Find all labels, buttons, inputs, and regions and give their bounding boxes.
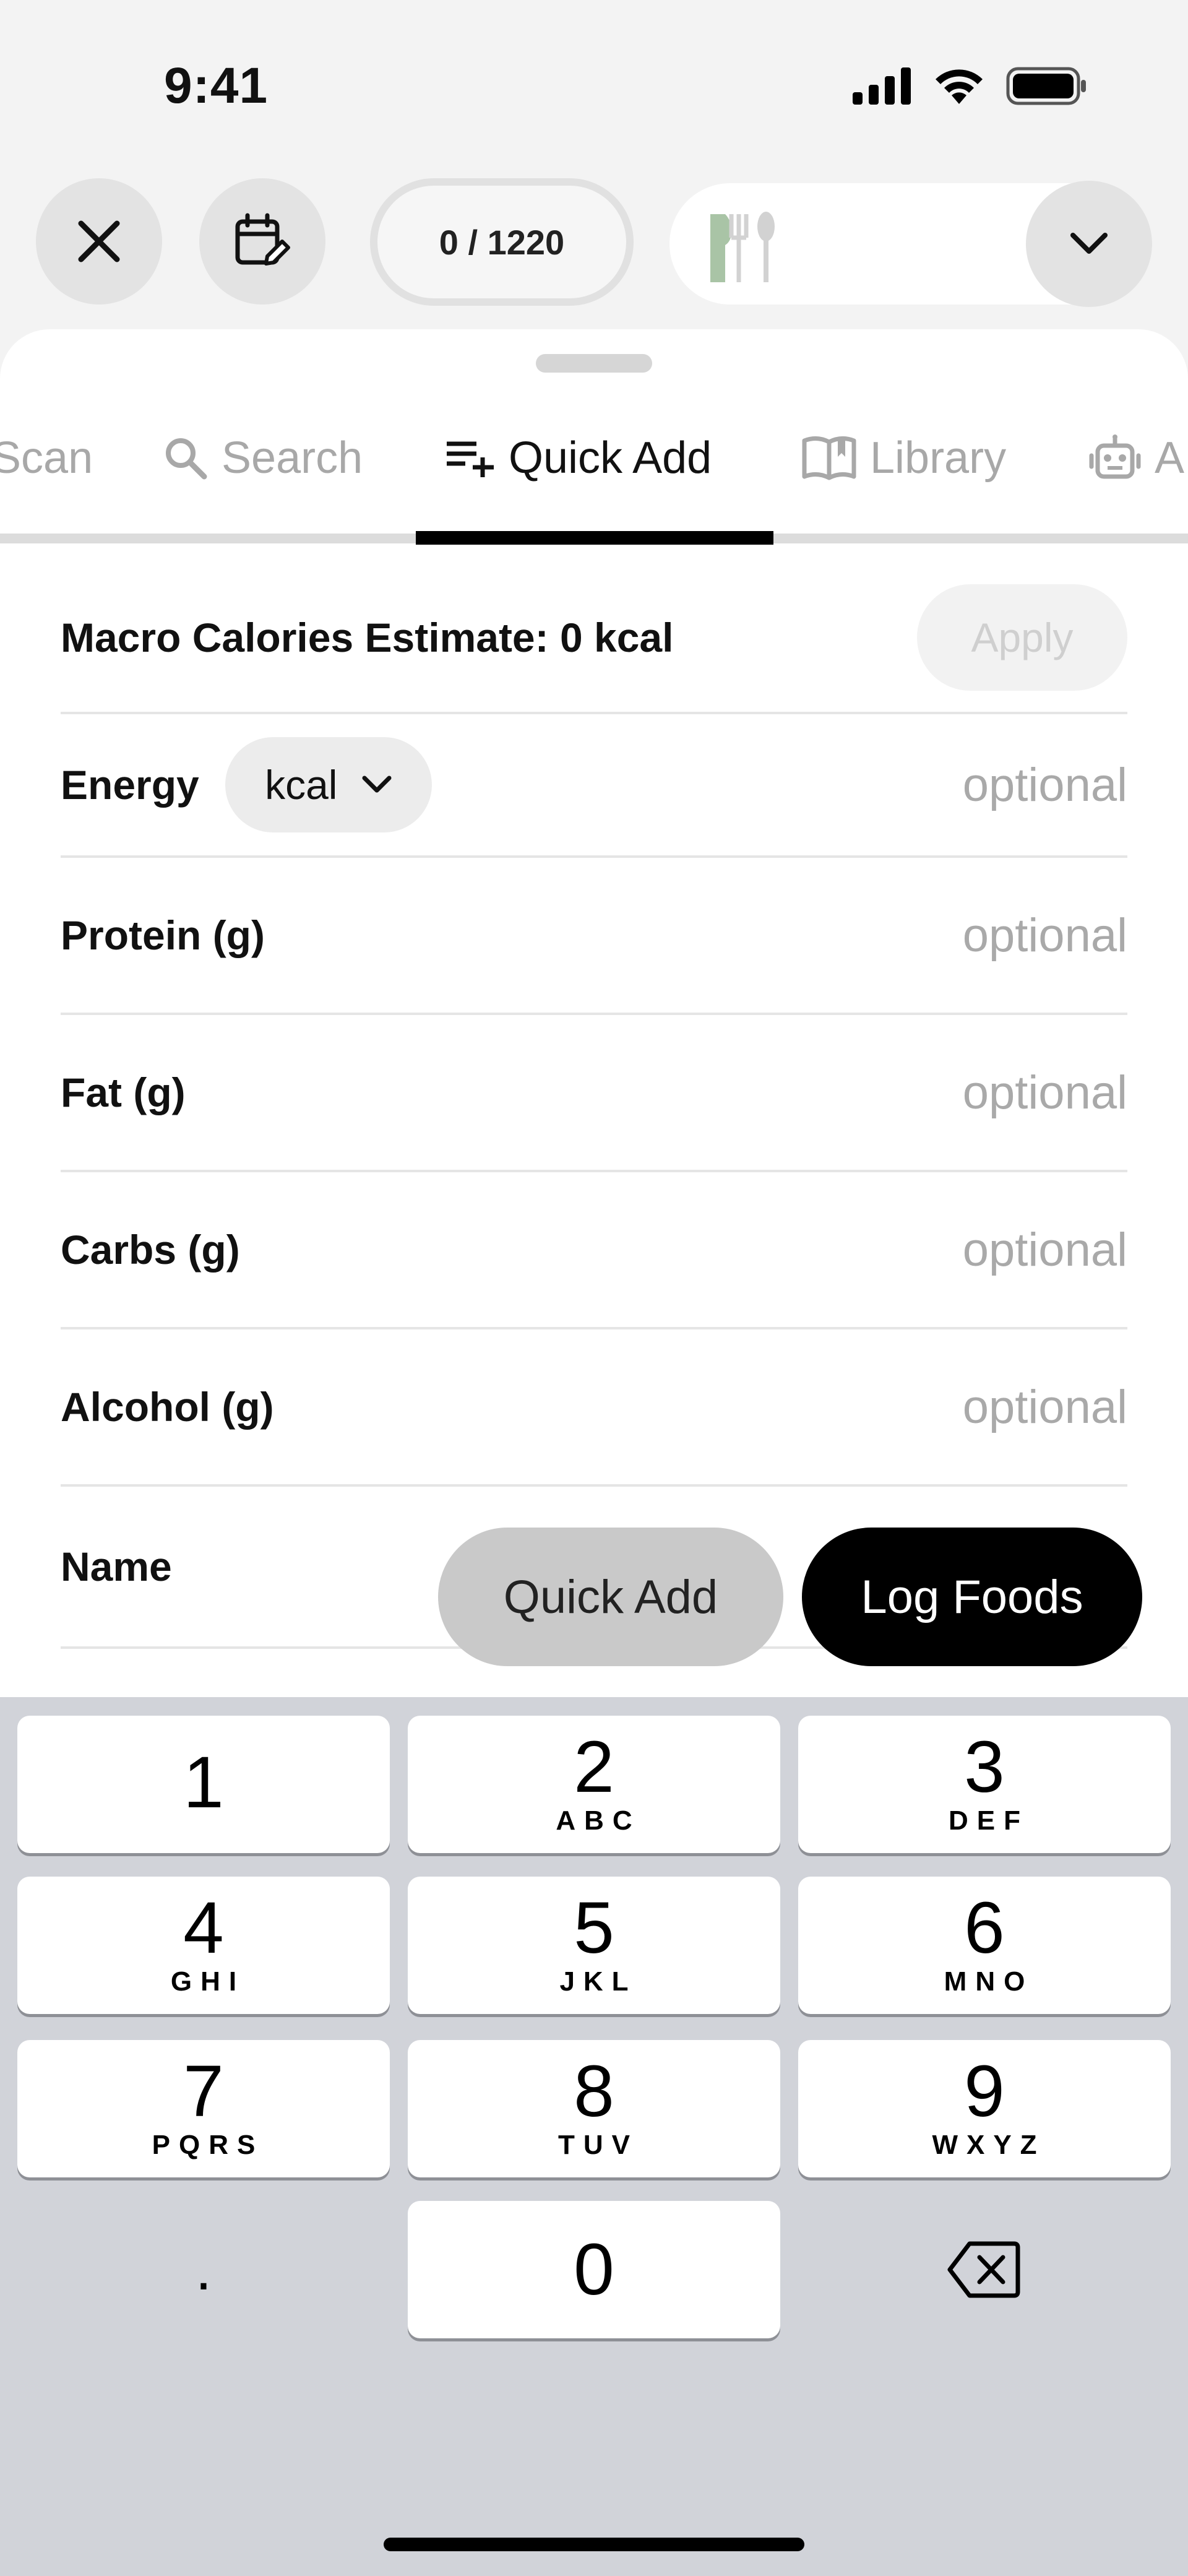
key-backspace[interactable] — [798, 2201, 1171, 2338]
alcohol-row: Alcohol (g) — [61, 1329, 1127, 1487]
book-icon — [802, 436, 856, 480]
tab-label: Scan — [0, 433, 93, 483]
key-letters: WXYZ — [932, 2130, 1046, 2160]
key-digit: 1 — [183, 1742, 224, 1823]
cellular-signal-icon — [853, 67, 911, 105]
energy-row: Energy kcal — [61, 714, 1127, 858]
tab-search[interactable]: Search — [163, 379, 363, 537]
fork-spoon-icon — [710, 212, 775, 282]
playlist-add-icon — [447, 441, 494, 477]
protein-label: Protein (g) — [61, 912, 265, 958]
key-digit: 0 — [574, 2229, 614, 2310]
alcohol-label: Alcohol (g) — [61, 1384, 274, 1430]
sheet-drag-handle[interactable] — [536, 354, 652, 373]
food-entry-sheet: Scan Search Quick Add Library A Macro Ca… — [0, 329, 1188, 1697]
carbs-input[interactable] — [867, 1222, 1127, 1277]
energy-label: Energy — [61, 762, 199, 808]
key-digit: 7 — [183, 2051, 224, 2132]
search-icon — [166, 438, 207, 480]
key-letters: GHI — [170, 1966, 246, 1997]
status-icons — [853, 67, 1088, 105]
key-7[interactable]: 7 PQRS — [17, 2040, 390, 2177]
key-letters: PQRS — [152, 2130, 264, 2160]
tab-label: Quick Add — [509, 433, 712, 483]
close-button[interactable] — [36, 178, 162, 305]
chevron-down-icon — [1070, 233, 1108, 254]
status-bar: 9:41 — [0, 0, 1188, 167]
apply-button[interactable]: Apply — [917, 584, 1127, 691]
energy-input[interactable] — [867, 758, 1127, 812]
key-5[interactable]: 5 JKL — [408, 1877, 780, 2014]
tab-label: Library — [870, 433, 1007, 483]
tab-quick-add[interactable]: Quick Add — [447, 379, 712, 537]
macro-estimate-row: Macro Calories Estimate: 0 kcal Apply — [61, 563, 1127, 714]
key-8[interactable]: 8 TUV — [408, 2040, 780, 2177]
tab-scan[interactable]: Scan — [0, 379, 93, 537]
key-digit: 6 — [964, 1887, 1005, 1969]
key-9[interactable]: 9 WXYZ — [798, 2040, 1171, 2177]
top-toolbar: 0 / 1220 — [0, 177, 1188, 307]
status-time: 9:41 — [164, 58, 269, 114]
fat-label: Fat (g) — [61, 1070, 186, 1115]
key-letters: JKL — [559, 1966, 637, 1997]
meal-selector[interactable] — [669, 181, 1152, 307]
key-digit: 5 — [574, 1887, 614, 1969]
alcohol-input[interactable] — [867, 1380, 1127, 1434]
robot-icon — [1089, 434, 1141, 479]
key-0[interactable]: 0 — [408, 2201, 780, 2338]
protein-input[interactable] — [867, 908, 1127, 962]
carbs-row: Carbs (g) — [61, 1172, 1127, 1329]
key-decimal[interactable]: . — [17, 2201, 390, 2338]
key-letters: TUV — [558, 2130, 639, 2160]
tab-label: A — [1155, 433, 1185, 483]
protein-row: Protein (g) — [61, 858, 1127, 1015]
numeric-keypad: 1 2 ABC 3 DEF 4 GHI 5 JKL 6 MNO 7 PQRS 8… — [0, 1697, 1188, 2576]
key-digit: 8 — [574, 2051, 614, 2132]
tab-label: Search — [222, 433, 363, 483]
home-indicator[interactable] — [384, 2538, 804, 2551]
calendar-edit-icon — [235, 213, 290, 266]
key-6[interactable]: 6 MNO — [798, 1877, 1171, 2014]
energy-unit-value: kcal — [265, 762, 338, 808]
carbs-label: Carbs (g) — [61, 1227, 240, 1273]
date-picker-button[interactable] — [199, 178, 325, 305]
key-3[interactable]: 3 DEF — [798, 1716, 1171, 1853]
key-letters: MNO — [944, 1966, 1034, 1997]
wifi-icon — [936, 69, 983, 104]
key-digit: 4 — [183, 1887, 224, 1969]
key-digit: 2 — [574, 1726, 614, 1808]
key-1[interactable]: 1 — [17, 1716, 390, 1853]
meal-dropdown-button[interactable] — [1026, 181, 1152, 307]
tab-ai[interactable]: A — [1089, 379, 1184, 537]
key-letters: ABC — [556, 1805, 641, 1836]
chevron-down-icon — [362, 776, 392, 793]
macro-estimate-label: Macro Calories Estimate: 0 kcal — [61, 615, 674, 660]
active-tab-indicator — [416, 531, 773, 545]
fat-row: Fat (g) — [61, 1015, 1127, 1172]
close-icon — [78, 220, 120, 262]
key-2[interactable]: 2 ABC — [408, 1716, 780, 1853]
quick-add-button[interactable]: Quick Add — [438, 1528, 783, 1666]
key-digit: 9 — [964, 2051, 1005, 2132]
key-4[interactable]: 4 GHI — [17, 1877, 390, 2014]
name-label: Name — [61, 1544, 172, 1589]
energy-unit-select[interactable]: kcal — [225, 737, 432, 832]
key-digit: 3 — [964, 1726, 1005, 1808]
fat-input[interactable] — [867, 1065, 1127, 1120]
backspace-icon — [947, 2241, 1020, 2298]
decimal-point: . — [195, 2236, 212, 2302]
log-foods-button[interactable]: Log Foods — [802, 1528, 1142, 1666]
key-letters: DEF — [949, 1805, 1029, 1836]
tab-library[interactable]: Library — [802, 379, 1006, 537]
tab-bar: Scan Search Quick Add Library A — [0, 379, 1188, 545]
battery-icon — [1006, 67, 1086, 105]
calorie-progress[interactable]: 0 / 1220 — [370, 178, 634, 306]
